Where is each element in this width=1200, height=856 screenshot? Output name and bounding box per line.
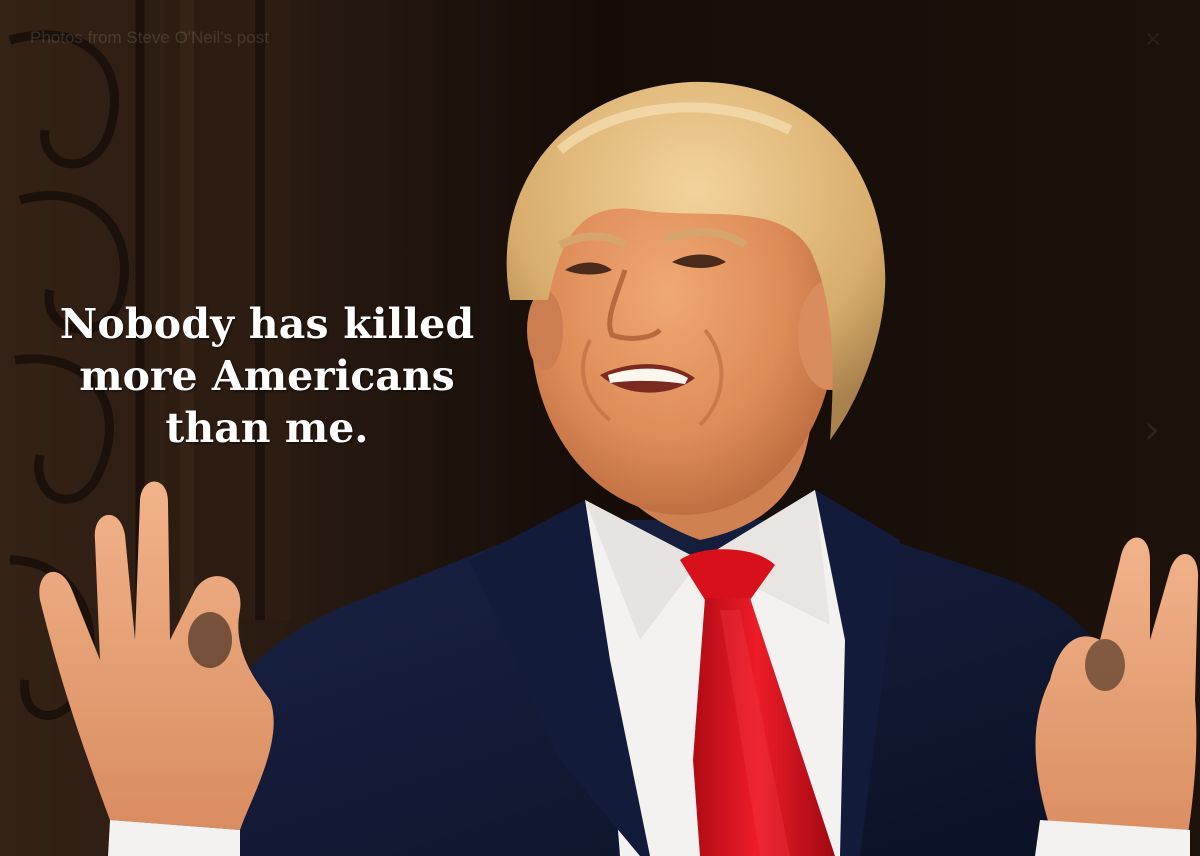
close-icon[interactable]: ✕ [1144,30,1166,52]
source-label: Photos from Steve O'Neil's post [30,28,269,47]
caption-line: Nobody has killed [59,300,475,348]
caption-line: than me. [165,404,369,452]
photo-viewer: Photos from Steve O'Neil's post Nobody h… [0,0,1200,856]
caption: Nobody has killed more Americans than me… [22,298,512,454]
caption-line: more Americans [79,352,455,400]
chevron-right-icon[interactable]: › [1144,410,1174,450]
